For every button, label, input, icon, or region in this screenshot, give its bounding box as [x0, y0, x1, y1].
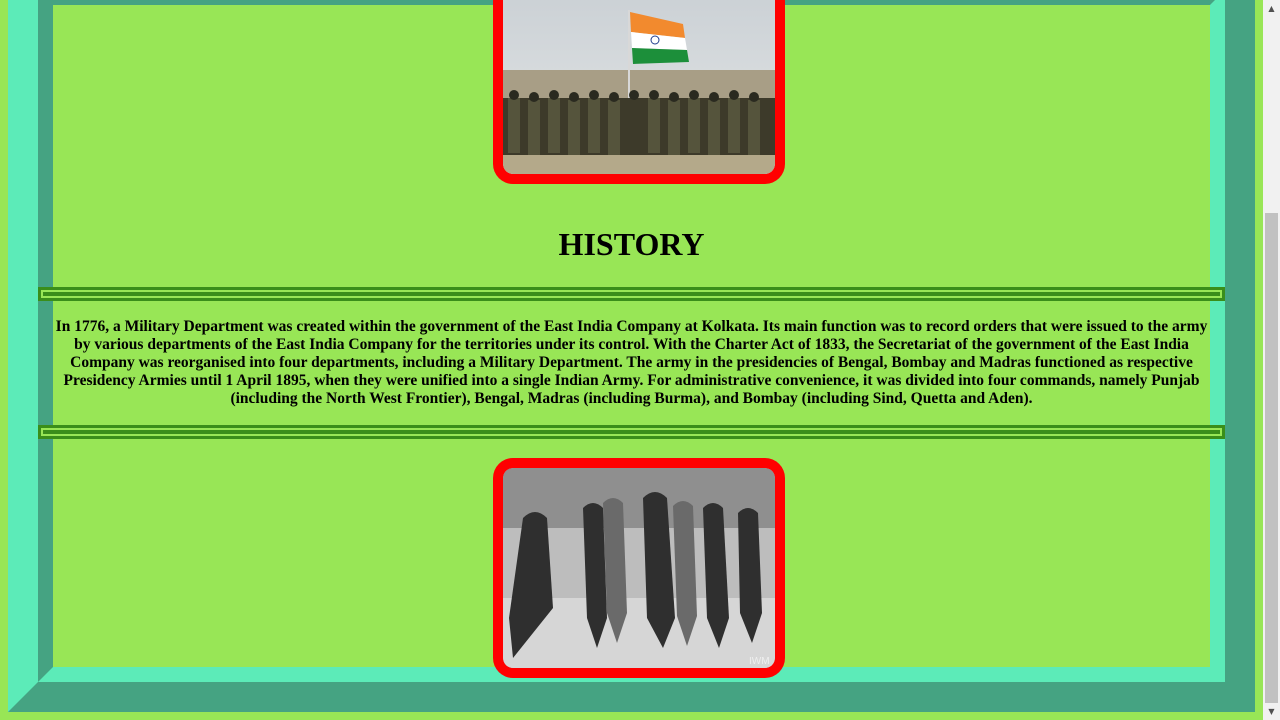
historic-soldiers-image: IWM [503, 468, 775, 668]
scrollbar-thumb[interactable] [1265, 213, 1278, 703]
main-content: HISTORY In 1776, a Military Department w… [38, 0, 1225, 682]
history-paragraph: In 1776, a Military Department was creat… [55, 318, 1208, 407]
army-flag-image [503, 0, 775, 174]
vertical-scrollbar[interactable]: ▲ ▼ [1263, 0, 1280, 720]
history-heading: HISTORY [558, 226, 705, 262]
historic-soldiers-photo: IWM [493, 458, 785, 678]
scroll-down-arrow-icon[interactable]: ▼ [1263, 703, 1280, 720]
section-divider-top [38, 287, 1225, 301]
section-divider-bottom [38, 425, 1225, 439]
page-viewport: HISTORY In 1776, a Military Department w… [0, 0, 1263, 720]
iwm-watermark: IWM [749, 656, 770, 667]
scroll-up-arrow-icon[interactable]: ▲ [1263, 0, 1280, 17]
army-flag-photo [493, 0, 785, 184]
